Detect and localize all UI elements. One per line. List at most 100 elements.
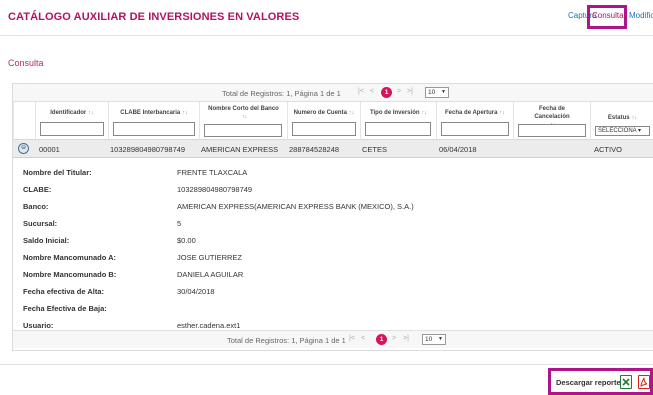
header-identificador[interactable]: Identificador ↑↓ xyxy=(35,102,108,140)
current-page-button[interactable]: 1 xyxy=(381,87,392,98)
header-apertura[interactable]: Fecha de Apertura ↑↓ xyxy=(436,102,513,140)
last-page-icon[interactable]: >| xyxy=(403,335,409,342)
dropdown-arrow-icon: ▼ xyxy=(438,336,443,342)
sort-icon[interactable]: ↑↓ xyxy=(499,110,505,116)
sort-icon[interactable]: ↑↓ xyxy=(182,110,188,116)
next-page-icon[interactable]: > xyxy=(392,335,396,342)
nav-consulta-link[interactable]: Consulta xyxy=(590,10,626,23)
header-tipo[interactable]: Tipo de Inversión ↑↓ xyxy=(360,102,436,140)
detail-banco: Banco: AMERICAN EXPRESS(AMERICAN EXPRESS … xyxy=(13,198,653,214)
dropdown-arrow-icon: ▼ xyxy=(441,89,446,95)
detail-value: DANIELA AGUILAR xyxy=(177,270,244,279)
pager-top: Total de Registros: 1, Página 1 de 1 |< … xyxy=(13,84,653,102)
detail-sucursal: Sucursal: 5 xyxy=(13,215,653,231)
cell-tipo: CETES xyxy=(362,145,388,154)
cell-estatus: ACTIVO xyxy=(594,145,622,154)
header-label: CLABE Interbancaria xyxy=(120,110,181,116)
detail-value: 30/04/2018 xyxy=(177,287,215,296)
filter-apertura[interactable] xyxy=(441,122,509,136)
last-page-icon[interactable]: >| xyxy=(407,88,413,95)
download-area: Descargar reporte: xyxy=(0,364,653,395)
detail-fecha-alta: Fecha efectiva de Alta: 30/04/2018 xyxy=(13,283,653,299)
cell-clabe: 103289804980798749 xyxy=(110,145,186,154)
sort-icon[interactable]: ↑↓ xyxy=(349,110,355,116)
detail-value: 5 xyxy=(177,219,182,228)
prev-page-icon[interactable]: < xyxy=(370,88,374,95)
expand-row-icon[interactable]: ⊖ xyxy=(18,143,29,154)
first-page-icon[interactable]: |< xyxy=(349,335,355,342)
detail-mancomunado-b: Nombre Mancomunado B: DANIELA AGUILAR xyxy=(13,266,653,282)
header-cancelacion[interactable]: Fecha de Cancelación↑↓ xyxy=(513,102,590,140)
header-label: Fecha de Cancelación xyxy=(534,106,570,120)
first-page-icon[interactable]: |< xyxy=(358,88,364,95)
filter-clabe[interactable] xyxy=(113,122,195,136)
detail-label: Sucursal: xyxy=(23,219,58,228)
detail-label: Nombre Mancomunado A: xyxy=(23,253,117,262)
detail-saldo: Saldo Inicial: $0.00 xyxy=(13,232,653,248)
header-label: Tipo de Inversión xyxy=(369,110,420,116)
prev-page-icon[interactable]: < xyxy=(361,335,365,342)
detail-value: $0.00 xyxy=(177,236,196,245)
header-label: Identificador xyxy=(50,110,87,116)
pager-summary: Total de Registros: 1, Página 1 de 1 xyxy=(227,336,346,345)
excel-icon-graphic xyxy=(622,378,630,386)
status-select-value: SELECCIONA xyxy=(598,128,637,134)
top-bar: CATÁLOGO AUXILIAR DE INVERSIONES EN VALO… xyxy=(0,0,653,36)
excel-icon[interactable] xyxy=(620,375,632,389)
detail-value: 103289804980798749 xyxy=(177,185,253,194)
detail-clabe: CLABE: 103289804980798749 xyxy=(13,181,653,197)
sort-icon[interactable]: ↑↓ xyxy=(242,114,248,120)
cell-banco: AMERICAN EXPRESS xyxy=(201,145,279,154)
filter-tipo[interactable] xyxy=(365,122,431,136)
detail-value: JOSE GUTIERREZ xyxy=(177,253,243,262)
detail-value: esther.cadena.ext1 xyxy=(177,321,241,330)
pager-bottom: Total de Registros: 1, Página 1 de 1 |< … xyxy=(13,330,653,348)
detail-label: Banco: xyxy=(23,202,49,211)
sort-icon[interactable]: ↑↓ xyxy=(422,110,428,116)
page-size-select[interactable]: 10 ▼ xyxy=(425,87,449,98)
header-expand-col xyxy=(13,102,35,140)
next-page-icon[interactable]: > xyxy=(397,88,401,95)
cell-identificador: 00001 xyxy=(39,145,60,154)
filter-banco[interactable] xyxy=(204,124,282,137)
sort-icon[interactable]: ↑↓ xyxy=(632,115,638,121)
detail-fecha-baja: Fecha Efectiva de Baja: xyxy=(13,300,653,316)
pdf-icon-graphic xyxy=(640,377,648,387)
header-label: Estatus xyxy=(607,115,630,121)
header-banco[interactable]: Nombre Corto del Banco ↑↓ xyxy=(199,102,287,140)
detail-label: Usuario: xyxy=(23,321,54,330)
detail-label: CLABE: xyxy=(23,185,52,194)
header-label: Nombre Corto del Banco xyxy=(208,106,279,112)
detail-label: Fecha efectiva de Alta: xyxy=(23,287,105,296)
detail-label: Saldo Inicial: xyxy=(23,236,70,245)
detail-titular: Nombre del Titular: FRENTE TLAXCALA xyxy=(13,164,653,180)
header-label: Numero de Cuenta xyxy=(293,110,347,116)
cell-apertura: 06/04/2018 xyxy=(439,145,477,154)
detail-label: Fecha Efectiva de Baja: xyxy=(23,304,107,313)
download-label: Descargar reporte: xyxy=(556,378,624,387)
filter-cancelacion[interactable] xyxy=(518,124,586,137)
header-label: Fecha de Apertura xyxy=(445,110,498,116)
filter-estatus-select[interactable]: SELECCIONA ▾ xyxy=(595,126,650,136)
page-title: CATÁLOGO AUXILIAR DE INVERSIONES EN VALO… xyxy=(8,11,300,23)
filter-cuenta[interactable] xyxy=(292,122,356,136)
page-size-value: 10 xyxy=(428,89,436,96)
current-page-button[interactable]: 1 xyxy=(376,334,387,345)
detail-label: Nombre del Titular: xyxy=(23,168,92,177)
header-cuenta[interactable]: Numero de Cuenta ↑↓ xyxy=(287,102,360,140)
header-estatus[interactable]: Estatus ↑↓ SELECCIONA ▾ xyxy=(590,102,653,140)
results-grid: Total de Registros: 1, Página 1 de 1 |< … xyxy=(12,83,653,351)
table-row[interactable]: ⊖ 00001 103289804980798749 AMERICAN EXPR… xyxy=(13,140,653,158)
page-size-select[interactable]: 10 ▼ xyxy=(422,334,446,345)
detail-label: Nombre Mancomunado B: xyxy=(23,270,117,279)
header-clabe[interactable]: CLABE Interbancaria ↑↓ xyxy=(108,102,199,140)
nav-modificacion-link[interactable]: Modific xyxy=(629,11,653,20)
cell-cuenta: 288784528248 xyxy=(289,145,340,154)
detail-mancomunado-a: Nombre Mancomunado A: JOSE GUTIERREZ xyxy=(13,249,653,265)
pdf-icon[interactable] xyxy=(638,375,650,389)
table-header: Identificador ↑↓ CLABE Interbancaria ↑↓ No… xyxy=(13,102,653,140)
detail-value: FRENTE TLAXCALA xyxy=(177,168,248,177)
sort-icon[interactable]: ↑↓ xyxy=(88,110,94,116)
page-size-value: 10 xyxy=(425,336,433,343)
filter-identificador[interactable] xyxy=(40,122,104,136)
